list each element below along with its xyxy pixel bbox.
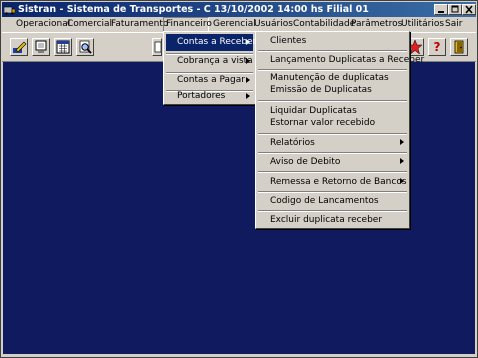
title-bar: Sistran - Sistema de Transportes - C 13/… <box>2 2 476 17</box>
monitor-icon <box>35 40 47 53</box>
exit-button[interactable] <box>450 38 468 56</box>
calculator-tool-button[interactable] <box>54 38 72 56</box>
edit-icon <box>13 41 27 53</box>
menu-contabilidade[interactable]: Contabilidade <box>293 17 355 32</box>
financeiro-dropdown: Contas a Receber Cobrança a vista Contas… <box>163 31 256 105</box>
menu-gerencial[interactable]: Gerencial <box>213 17 256 32</box>
aviso-debito-label: Aviso de Debito <box>270 157 341 167</box>
maximize-button[interactable] <box>448 4 462 15</box>
menu-separator <box>258 191 407 193</box>
search-icon <box>79 40 92 54</box>
contas-pagar-label: Contas a Pagar <box>177 75 245 85</box>
menu-separator <box>258 50 407 52</box>
search-tool-button[interactable] <box>76 38 94 56</box>
edit-tool-button[interactable] <box>10 38 28 56</box>
financeiro-item-portadores[interactable]: Portadores <box>166 88 253 105</box>
financeiro-item-contas-pagar[interactable]: Contas a Pagar <box>166 72 253 89</box>
menu-separator <box>258 171 407 173</box>
submenu-arrow-icon <box>246 58 250 64</box>
submenu-item-codigo-lancamentos[interactable]: Codigo de Lancamentos <box>270 194 379 208</box>
relatorios-label: Relatórios <box>270 138 315 148</box>
window-title: Sistran - Sistema de Transportes - C 13/… <box>18 4 369 15</box>
exit-door-icon <box>454 40 464 54</box>
menu-operacional[interactable]: Operacional <box>16 17 70 32</box>
close-icon <box>465 5 473 14</box>
menu-utilitarios[interactable]: Utilitários <box>401 17 444 32</box>
close-button[interactable] <box>462 4 476 15</box>
monitor-tool-button[interactable] <box>32 38 50 56</box>
submenu-item-aviso-debito[interactable]: Aviso de Debito <box>270 155 410 169</box>
app-logo-icon <box>4 6 15 15</box>
minimize-icon <box>438 11 444 13</box>
financeiro-item-contas-receber[interactable]: Contas a Receber <box>166 34 257 51</box>
contas-receber-label: Contas a Receber <box>177 37 257 47</box>
submenu-item-remessa-retorno[interactable]: Remessa e Retorno de Bancos <box>270 175 410 189</box>
submenu-arrow-icon <box>246 77 250 83</box>
partial-tool-button[interactable] <box>152 38 162 56</box>
menu-separator <box>258 152 407 154</box>
app-window: Sistran - Sistema de Transportes - C 13/… <box>0 0 478 358</box>
submenu-item-clientes[interactable]: Clientes <box>270 34 306 48</box>
financeiro-item-cobranca[interactable]: Cobrança a vista <box>166 53 253 70</box>
submenu-arrow-icon <box>246 93 250 99</box>
submenu-item-lancamento[interactable]: Lançamento Duplicatas a Receber <box>270 53 424 67</box>
menu-separator <box>258 210 407 212</box>
portadores-label: Portadores <box>177 91 226 101</box>
calculator-icon <box>56 40 70 54</box>
submenu-arrow-icon <box>246 39 250 45</box>
menu-parametros[interactable]: Parâmetros <box>351 17 402 32</box>
minimize-button[interactable] <box>434 4 448 15</box>
document-icon <box>154 41 162 53</box>
submenu-item-estornar[interactable]: Estornar valor recebido <box>270 116 375 130</box>
menu-separator <box>258 100 407 102</box>
submenu-item-excluir-duplicata[interactable]: Excluir duplicata receber <box>270 213 382 227</box>
menu-bar: Operacional Comercial Faturamento Financ… <box>2 17 476 32</box>
contas-receber-submenu: Clientes Lançamento Duplicatas a Receber… <box>255 31 424 229</box>
menu-separator <box>258 133 407 135</box>
menu-sair[interactable]: Sair <box>445 17 462 32</box>
menu-usuarios[interactable]: Usuários <box>254 17 293 32</box>
submenu-item-emissao[interactable]: Emissão de Duplicatas <box>270 83 372 97</box>
menu-faturamento[interactable]: Faturamento <box>111 17 168 32</box>
cobranca-label: Cobrança a vista <box>177 56 253 66</box>
help-button[interactable]: ? <box>428 38 446 56</box>
submenu-arrow-icon <box>400 178 404 184</box>
submenu-item-relatorios[interactable]: Relatórios <box>270 136 410 150</box>
remessa-retorno-label: Remessa e Retorno de Bancos <box>270 177 407 187</box>
help-icon: ? <box>433 40 441 54</box>
menu-financeiro[interactable]: Financeiro <box>163 17 212 32</box>
submenu-arrow-icon <box>400 158 404 164</box>
submenu-arrow-icon <box>400 139 404 145</box>
menu-comercial[interactable]: Comercial <box>67 17 112 32</box>
maximize-icon <box>451 5 459 13</box>
